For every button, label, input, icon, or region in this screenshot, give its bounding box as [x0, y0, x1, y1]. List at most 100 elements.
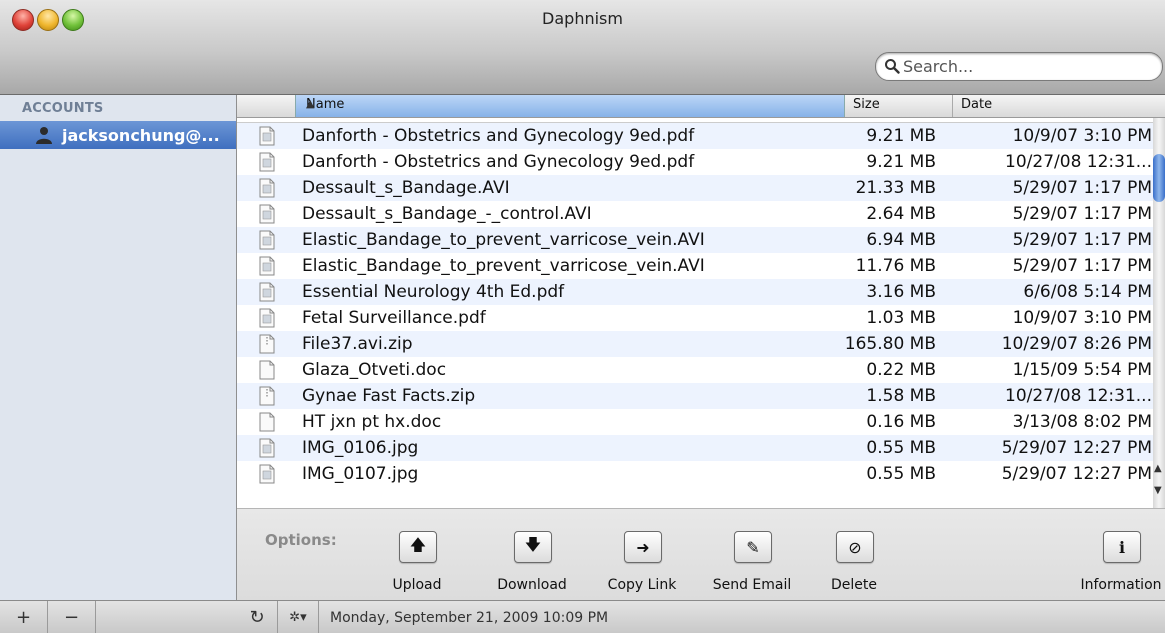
table-row[interactable]: Glaza_Otveti.doc 0.22 MB 1/15/09 5:54 PM — [237, 357, 1153, 383]
document-icon — [259, 412, 275, 432]
file-size: 11.76 MB — [855, 256, 936, 276]
file-size: 6.94 MB — [866, 230, 936, 250]
file-size: 0.22 MB — [866, 360, 936, 380]
table-row[interactable]: Dessault_s_Bandage.AVI 21.33 MB 5/29/07 1:… — [237, 175, 1153, 201]
download-arrow-icon: 🡇 — [524, 534, 542, 554]
file-date: 5/29/07 1:17 PM — [1012, 178, 1152, 198]
table-row[interactable]: HT jxn pt hx.doc 0.16 MB 3/13/08 8:02 PM — [237, 409, 1153, 435]
upload-label: Upload — [392, 577, 442, 593]
image-icon — [259, 464, 275, 484]
table-row[interactable]: Danforth - Obstetrics and Gynecology 9ed… — [237, 149, 1153, 175]
sidebar-item-account[interactable]: jacksonchung@... — [0, 121, 236, 149]
upload-arrow-icon: 🡅 — [409, 534, 427, 554]
delete-label: Delete — [831, 577, 877, 593]
pdf-icon — [259, 282, 275, 302]
table-row[interactable]: Gynae Fast Facts.zip 1.58 MB 10/27/08 12:3… — [237, 383, 1153, 409]
video-icon — [259, 178, 275, 198]
column-header-size[interactable]: Size — [844, 95, 953, 117]
file-name: Essential Neurology 4th Ed.pdf — [302, 282, 565, 302]
copy-link-label: Copy Link — [607, 577, 677, 593]
video-icon — [259, 230, 275, 250]
add-account-button[interactable]: + — [0, 601, 48, 633]
refresh-button[interactable]: ↻ — [237, 601, 278, 633]
options-pane: Options: 🡅 Upload 🡇 Download ➜ Copy Link ✎ Send… — [237, 508, 1165, 601]
search-input[interactable] — [901, 57, 1143, 76]
status-text: Monday, September 21, 2009 10:09 PM — [330, 610, 609, 626]
video-icon — [259, 204, 275, 224]
sort-ascending-icon: ▲ — [306, 97, 315, 110]
file-date: 5/29/07 12:27 PM — [1001, 464, 1152, 484]
file-date: 5/29/07 1:17 PM — [1012, 230, 1152, 250]
file-date: 3/13/08 8:02 PM — [1012, 412, 1152, 432]
table-row[interactable]: File37.avi.zip 165.80 MB 10/29/07 8:26 PM — [237, 331, 1153, 357]
document-icon — [259, 360, 275, 380]
upload-button[interactable]: 🡅 — [399, 531, 437, 563]
table-row[interactable]: Fetal Surveillance.pdf 1.03 MB 10/9/07 3:1… — [237, 305, 1153, 331]
information-button[interactable]: i — [1103, 531, 1141, 563]
information-label: Information — [1080, 577, 1162, 593]
file-date: 10/29/07 8:26 PM — [1001, 334, 1152, 354]
prohibited-icon: ⊘ — [848, 537, 862, 557]
info-icon: i — [1118, 537, 1126, 557]
file-size: 2.64 MB — [866, 204, 936, 224]
file-size: 0.55 MB — [866, 464, 936, 484]
download-button[interactable]: 🡇 — [514, 531, 552, 563]
file-name: HT jxn pt hx.doc — [302, 412, 442, 432]
sidebar: ACCOUNTS jacksonchung@... — [0, 95, 237, 600]
file-date: 5/29/07 1:17 PM — [1012, 256, 1152, 276]
file-date: 10/9/07 3:10 PM — [1012, 126, 1152, 146]
send-email-button[interactable]: ✎ — [734, 531, 772, 563]
file-name: Elastic_Bandage_to_prevent_varricose_vei… — [302, 230, 705, 250]
file-size: 165.80 MB — [844, 334, 936, 354]
file-date: 10/27/08 12:31... — [1005, 386, 1152, 406]
column-date-label: Date — [961, 97, 993, 112]
file-name: IMG_0107.jpg — [302, 464, 419, 484]
window-title: Daphnism — [542, 9, 623, 28]
video-icon — [259, 256, 275, 276]
file-size: 1.03 MB — [866, 308, 936, 328]
vertical-scrollbar[interactable]: ▲ ▼ — [1153, 118, 1165, 508]
column-size-label: Size — [853, 97, 880, 112]
column-header-date[interactable]: Date — [953, 95, 1165, 117]
file-size: 9.21 MB — [866, 126, 936, 146]
file-name: Elastic_Bandage_to_prevent_varricose_vei… — [302, 256, 705, 276]
file-name: Glaza_Otveti.doc — [302, 360, 447, 380]
scroll-down-arrow-icon[interactable]: ▼ — [1154, 485, 1162, 496]
action-menu-button[interactable]: ✲▾ — [278, 601, 319, 633]
sidebar-header-accounts: ACCOUNTS — [22, 101, 104, 116]
column-header-name[interactable]: Name ▲ — [295, 95, 845, 117]
file-list[interactable]: Danforth - Obstetrics and Gynecology 9ed… — [237, 118, 1153, 508]
file-date: 5/29/07 12:27 PM — [1001, 438, 1152, 458]
pdf-icon — [259, 152, 275, 172]
file-size: 3.16 MB — [866, 282, 936, 302]
table-row[interactable]: Elastic_Bandage_to_prevent_varricose_vei… — [237, 227, 1153, 253]
pdf-icon — [259, 126, 275, 146]
search-field[interactable] — [875, 52, 1163, 81]
delete-button[interactable]: ⊘ — [836, 531, 874, 563]
table-row[interactable]: IMG_0106.jpg 0.55 MB 5/29/07 12:27 PM — [237, 435, 1153, 461]
file-date: 10/9/07 3:10 PM — [1012, 308, 1152, 328]
table-row[interactable]: Essential Neurology 4th Ed.pdf 3.16 MB 6/6… — [237, 279, 1153, 305]
compose-icon: ✎ — [746, 537, 760, 557]
copy-link-button[interactable]: ➜ — [624, 531, 662, 563]
file-name: Dessault_s_Bandage_-_control.AVI — [302, 204, 592, 224]
account-label: jacksonchung@... — [62, 125, 220, 145]
scroll-up-arrow-icon[interactable]: ▲ — [1154, 463, 1162, 474]
file-size: 21.33 MB — [855, 178, 936, 198]
file-date: 10/27/08 12:31... — [1005, 152, 1152, 172]
file-name: Dessault_s_Bandage.AVI — [302, 178, 510, 198]
table-row[interactable]: Danforth - Obstetrics and Gynecology 9ed… — [237, 123, 1153, 149]
title-toolbar: Daphnism — [0, 0, 1165, 95]
table-row[interactable]: Elastic_Bandage_to_prevent_varricose_vei… — [237, 253, 1153, 279]
file-name: Danforth - Obstetrics and Gynecology 9ed… — [302, 152, 695, 172]
zip-icon — [259, 334, 275, 354]
remove-account-button[interactable]: − — [48, 601, 96, 633]
table-row[interactable]: IMG_0107.jpg 0.55 MB 5/29/07 12:27 PM — [237, 461, 1153, 487]
file-size: 0.16 MB — [866, 412, 936, 432]
scroll-thumb[interactable] — [1153, 154, 1165, 202]
file-date: 6/6/08 5:14 PM — [1023, 282, 1152, 302]
file-date: 1/15/09 5:54 PM — [1012, 360, 1152, 380]
search-icon — [884, 58, 901, 75]
options-label: Options: — [265, 531, 337, 549]
table-row[interactable]: Dessault_s_Bandage_-_control.AVI 2.64 MB 5… — [237, 201, 1153, 227]
